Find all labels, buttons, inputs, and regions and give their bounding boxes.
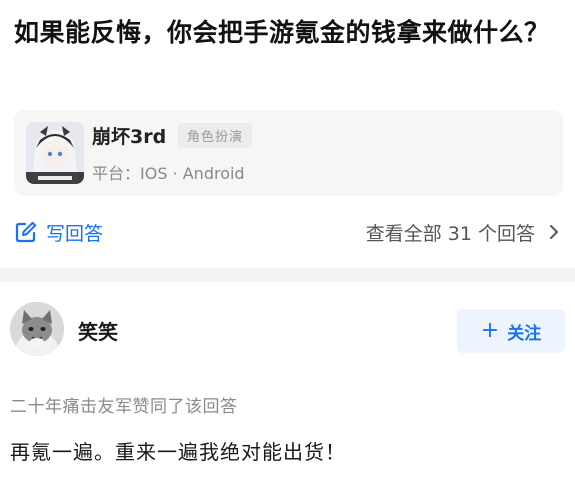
- pen-square-icon: [14, 220, 38, 244]
- avatar[interactable]: [10, 302, 64, 356]
- game-name[interactable]: 崩坏3rd: [92, 122, 166, 149]
- platform-text: 平台：IOS · Android: [92, 164, 245, 183]
- view-all-label: 查看全部 31 个回答: [365, 222, 535, 245]
- question-title: 如果能反悔，你会把手游氪金的钱拿来做什么？: [14, 18, 550, 47]
- game-cover-icon: [26, 122, 84, 184]
- write-answer-button[interactable]: 写回答: [14, 216, 103, 248]
- write-answer-label: 写回答: [46, 222, 104, 245]
- section-divider: [0, 268, 575, 282]
- genre-tag: 角色扮演: [178, 123, 253, 148]
- answer-header: 笑笑 + 关注: [0, 282, 575, 382]
- follow-label: 关注: [507, 323, 542, 344]
- plus-icon: +: [480, 318, 500, 343]
- chevron-right-icon: [549, 224, 559, 240]
- upvote-note: 二十年痛击友军赞同了该回答: [10, 397, 238, 417]
- view-all-answers-link[interactable]: 查看全部 31 个回答: [366, 216, 559, 248]
- topic-card[interactable]: 崩坏3rd 角色扮演 平台：IOS · Android: [14, 110, 563, 196]
- follow-button[interactable]: + 关注: [457, 309, 565, 353]
- answer-content[interactable]: 再氪一遍。重来一遍我绝对能出货！: [10, 436, 346, 465]
- author-name[interactable]: 笑笑: [78, 316, 118, 345]
